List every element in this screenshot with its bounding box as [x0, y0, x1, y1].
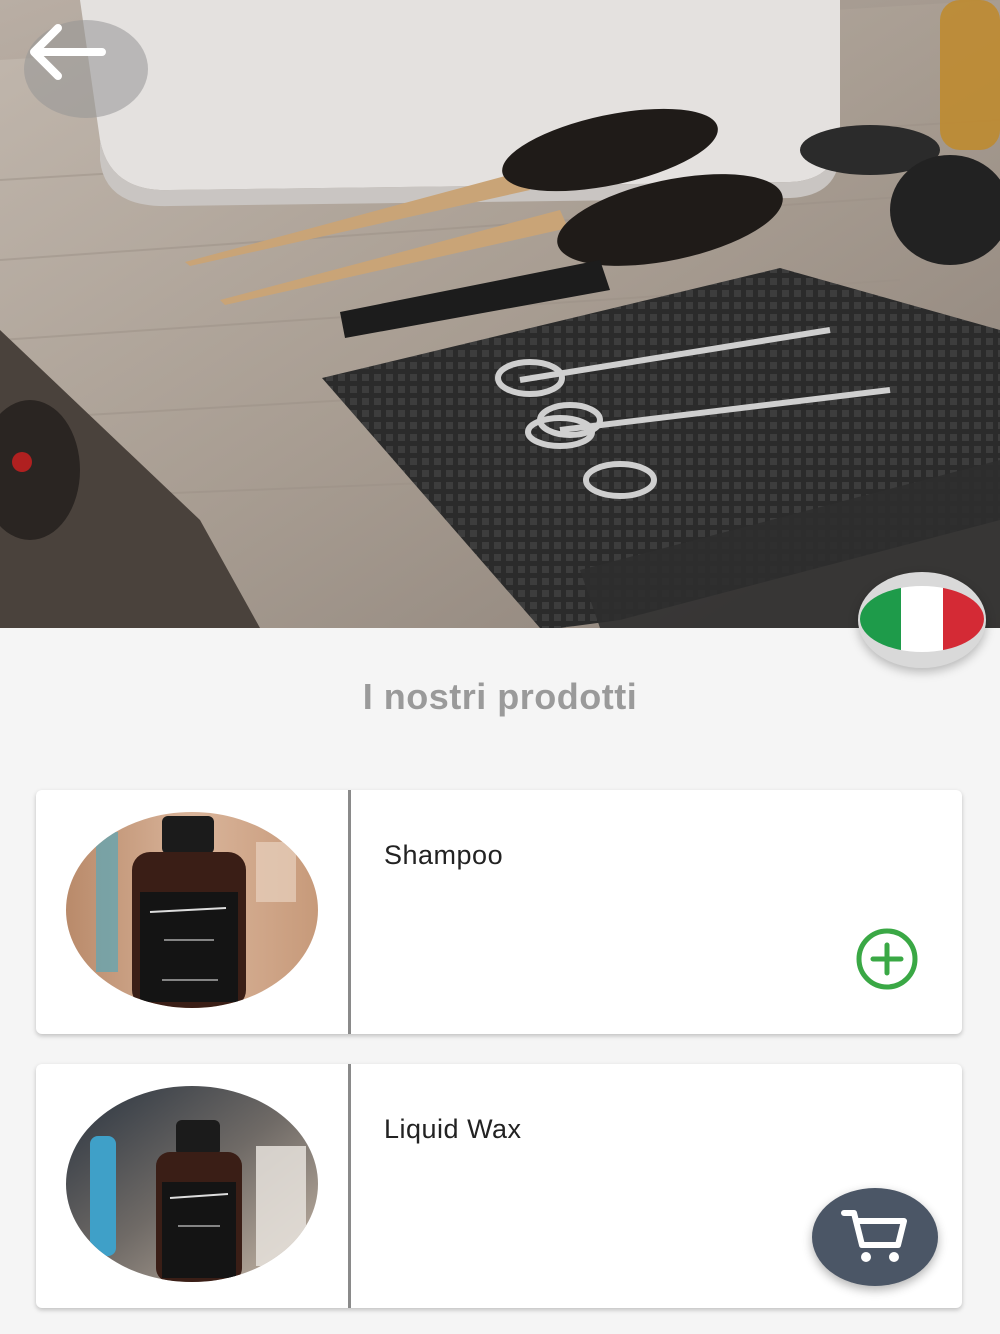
plus-circle-icon	[856, 928, 918, 990]
hero-image	[0, 0, 1000, 628]
flag-stripe-white	[901, 586, 943, 652]
product-card-liquid-wax[interactable]: Liquid Wax	[36, 1064, 962, 1308]
italy-flag-icon	[860, 586, 984, 652]
product-image	[66, 1086, 318, 1282]
back-button[interactable]	[24, 20, 148, 118]
flag-stripe-green	[860, 586, 902, 652]
cart-button[interactable]	[812, 1188, 938, 1286]
arrow-left-icon	[30, 24, 106, 80]
card-divider	[348, 790, 351, 1034]
language-button[interactable]	[858, 572, 986, 668]
barber-tools-photo	[0, 0, 1000, 628]
page-title: I nostri prodotti	[362, 676, 638, 717]
product-name: Liquid Wax	[384, 1114, 522, 1144]
product-card-shampoo[interactable]: Shampoo	[36, 790, 962, 1034]
card-divider	[348, 1064, 351, 1308]
product-name: Shampoo	[384, 840, 504, 870]
shopping-cart-icon	[841, 1210, 907, 1262]
flag-stripe-red	[942, 586, 984, 652]
add-to-cart-button[interactable]	[854, 926, 920, 992]
product-image	[66, 812, 318, 1008]
